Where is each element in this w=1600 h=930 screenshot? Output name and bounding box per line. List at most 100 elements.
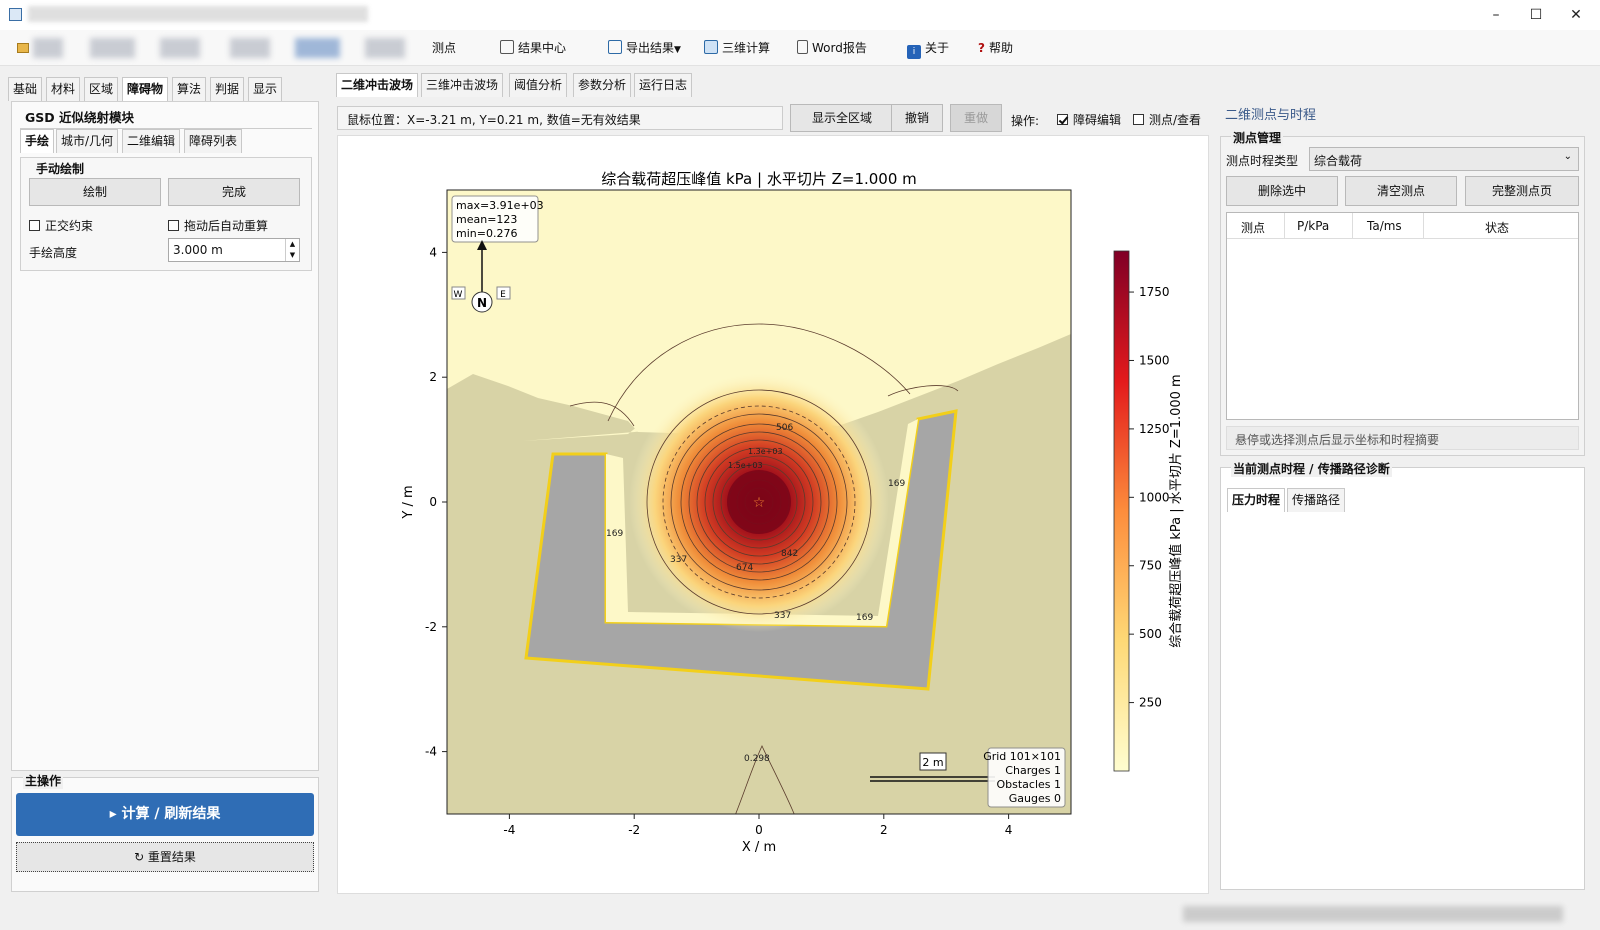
delete-selected-button[interactable]: 删除选中 — [1226, 176, 1338, 206]
clear-gauges-button[interactable]: 清空测点 — [1345, 176, 1457, 206]
manual-draw-group: 手动绘制 绘制 完成 正交约束 拖动后自动重算 手绘高度 3.000 m ▲ ▼ — [20, 157, 312, 271]
colorbar-tick-label: 1250 — [1139, 422, 1170, 436]
tab-propagation-path[interactable]: 传播路径 — [1287, 488, 1346, 512]
gauge-view-checkbox[interactable]: 测点/查看 — [1133, 111, 1201, 128]
colorbar-tick-label: 250 — [1139, 696, 1162, 710]
draw-button[interactable]: 绘制 — [29, 178, 161, 206]
tab-log[interactable]: 运行日志 — [634, 73, 693, 97]
subtab-handdraw[interactable]: 手绘 — [20, 129, 55, 153]
redo-button[interactable]: 重做 — [950, 104, 1002, 132]
main-ops-panel: 主操作 ▸ 计算 / 刷新结果 ↻ 重置结果 — [11, 772, 319, 892]
checkbox-checked-icon — [1057, 114, 1068, 125]
checkbox-icon — [168, 220, 179, 231]
help-button[interactable]: ? 帮助 — [978, 37, 1013, 59]
obstacle-edit-label: 障碍编辑 — [1073, 113, 1122, 127]
y-tick-label: -2 — [425, 620, 437, 634]
document-icon — [797, 40, 808, 54]
ortho-checkbox[interactable]: 正交约束 — [29, 217, 93, 234]
status-bar — [1183, 906, 1563, 922]
diagnostics-panel: 当前测点时程 / 传播路径诊断 压力时程 传播路径 — [1220, 460, 1585, 890]
about-button[interactable]: i 关于 — [907, 37, 949, 59]
done-button[interactable]: 完成 — [168, 178, 300, 206]
info-gauges: Gauges 0 — [1009, 792, 1061, 805]
reset-button[interactable]: ↻ 重置结果 — [16, 842, 314, 872]
shockwave-plot[interactable]: 综合载荷超压峰值 kPa | 水平切片 Z=1.000 m ☆ 506 674 … — [338, 136, 1210, 895]
diag-title: 当前测点时程 / 传播路径诊断 — [1231, 460, 1392, 477]
tab-parameter[interactable]: 参数分析 — [573, 73, 632, 97]
export-button[interactable]: 导出结果▼ — [608, 37, 681, 59]
height-input[interactable]: 3.000 m ▲ ▼ — [168, 238, 300, 262]
undo-button[interactable]: 撤销 — [891, 104, 943, 132]
obstacle-edit-checkbox[interactable]: 障碍编辑 — [1057, 111, 1121, 128]
gauge-management-panel: 测点管理 测点时程类型 综合载荷 ⌄ 删除选中 清空测点 完整测点页 测点 P/… — [1220, 129, 1585, 456]
x-tick-label: 4 — [1005, 823, 1013, 837]
result-center-button[interactable]: 结果中心 — [500, 37, 566, 59]
type-select[interactable]: 综合载荷 ⌄ — [1309, 147, 1579, 171]
subtab-obstacle-list[interactable]: 障碍列表 — [184, 129, 243, 153]
group-title: 手动绘制 — [36, 162, 85, 176]
type-label: 测点时程类型 — [1226, 154, 1299, 168]
tab-obstacle[interactable]: 障碍物 — [122, 77, 169, 101]
contour-label: 1.3e+03 — [748, 447, 783, 456]
gauges-label: 测点 — [432, 41, 457, 55]
tab-display[interactable]: 显示 — [248, 77, 283, 101]
colorbar-tick-label: 1750 — [1139, 285, 1170, 299]
tab-material[interactable]: 材料 — [46, 77, 81, 101]
tab-region[interactable]: 区域 — [84, 77, 119, 101]
height-value: 3.000 m — [173, 243, 223, 257]
main-ops-title: 主操作 — [23, 772, 64, 789]
close-icon[interactable]: ✕ — [1553, 0, 1599, 30]
table-header: 测点 P/kPa Ta/ms 状态 — [1227, 213, 1578, 239]
checkbox-icon — [29, 220, 40, 231]
help-label: 帮助 — [988, 41, 1013, 55]
tab-pressure-history[interactable]: 压力时程 — [1227, 488, 1286, 512]
plot-area: ☆ 506 674 842 337 169 169 169 337 0.298 … — [447, 190, 1071, 814]
obstacle-panel: GSD 近似绕射模块 手绘 城市/几何 二维编辑 障碍列表 手动绘制 绘制 完成… — [11, 101, 319, 771]
gauges-button[interactable]: 测点 — [432, 37, 456, 59]
tab-criteria[interactable]: 判据 — [210, 77, 245, 101]
charge-star-icon[interactable]: ☆ — [753, 495, 766, 511]
subtab-city-geometry[interactable]: 城市/几何 — [56, 129, 119, 153]
gauge-mgmt-title: 测点管理 — [1231, 129, 1284, 146]
contour-label: 674 — [736, 563, 753, 573]
col-arrival: Ta/ms — [1367, 219, 1402, 233]
tab-algorithm[interactable]: 算法 — [172, 77, 207, 101]
chart-title: 综合载荷超压峰值 kPa | 水平切片 Z=1.000 m — [601, 170, 917, 188]
compass-n: N — [477, 296, 487, 310]
toolbar: 测点 结果中心 导出结果▼ 三维计算 Word报告 i 关于 ? 帮助 — [0, 30, 1600, 66]
x-tick-label: 2 — [880, 823, 888, 837]
hint-field: 悬停或选择测点后显示坐标和时程摘要 — [1226, 426, 1579, 450]
word-report-button[interactable]: Word报告 — [797, 37, 867, 59]
full-gauge-page-button[interactable]: 完整测点页 — [1465, 176, 1579, 206]
tab-threshold[interactable]: 阈值分析 — [509, 73, 568, 97]
stats-max: max=3.91e+03 — [456, 199, 544, 212]
colorbar-ticks: 1750 1500 1250 1000 750 500 250 — [1129, 285, 1170, 710]
compass-w: W — [454, 290, 463, 300]
3d-compute-button[interactable]: 三维计算 — [704, 37, 770, 59]
y-tick-label: -4 — [425, 745, 437, 759]
show-all-button[interactable]: 显示全区域 — [790, 104, 894, 132]
colorbar-tick-label: 1500 — [1139, 353, 1170, 367]
tab-basic[interactable]: 基础 — [8, 77, 43, 101]
export-icon — [608, 40, 622, 54]
auto-recalc-label: 拖动后自动重算 — [184, 219, 269, 233]
subtab-2d-edit[interactable]: 二维编辑 — [122, 129, 181, 153]
folder-icon[interactable] — [17, 43, 29, 53]
left-tab-bar: 基础 材料 区域 障碍物 算法 判据 显示 — [8, 77, 308, 101]
tab-3d-shockwave[interactable]: 三维冲击波场 — [421, 73, 504, 97]
plot-canvas[interactable]: 综合载荷超压峰值 kPa | 水平切片 Z=1.000 m ☆ 506 674 … — [337, 135, 1209, 894]
contour-label: 337 — [670, 555, 687, 565]
module-title: GSD 近似绕射模块 — [25, 110, 134, 125]
contour-label: 1.5e+03 — [728, 461, 763, 470]
spinner-arrows-icon[interactable]: ▲ ▼ — [285, 239, 299, 261]
stats-min: min=0.276 — [456, 227, 517, 240]
y-tick-label: 2 — [429, 370, 437, 384]
y-axis-label: Y / m — [401, 485, 416, 519]
compute-button[interactable]: ▸ 计算 / 刷新结果 — [16, 793, 314, 836]
gauge-table[interactable]: 测点 P/kPa Ta/ms 状态 — [1226, 212, 1579, 420]
auto-recalc-checkbox[interactable]: 拖动后自动重算 — [168, 217, 268, 234]
y-tick-label: 0 — [429, 495, 437, 509]
mouse-position-field: 鼠标位置：X=-3.21 m, Y=0.21 m, 数值=无有效结果 — [337, 106, 783, 130]
tab-2d-shockwave[interactable]: 二维冲击波场 — [336, 73, 419, 97]
contour-label: 337 — [774, 611, 791, 621]
